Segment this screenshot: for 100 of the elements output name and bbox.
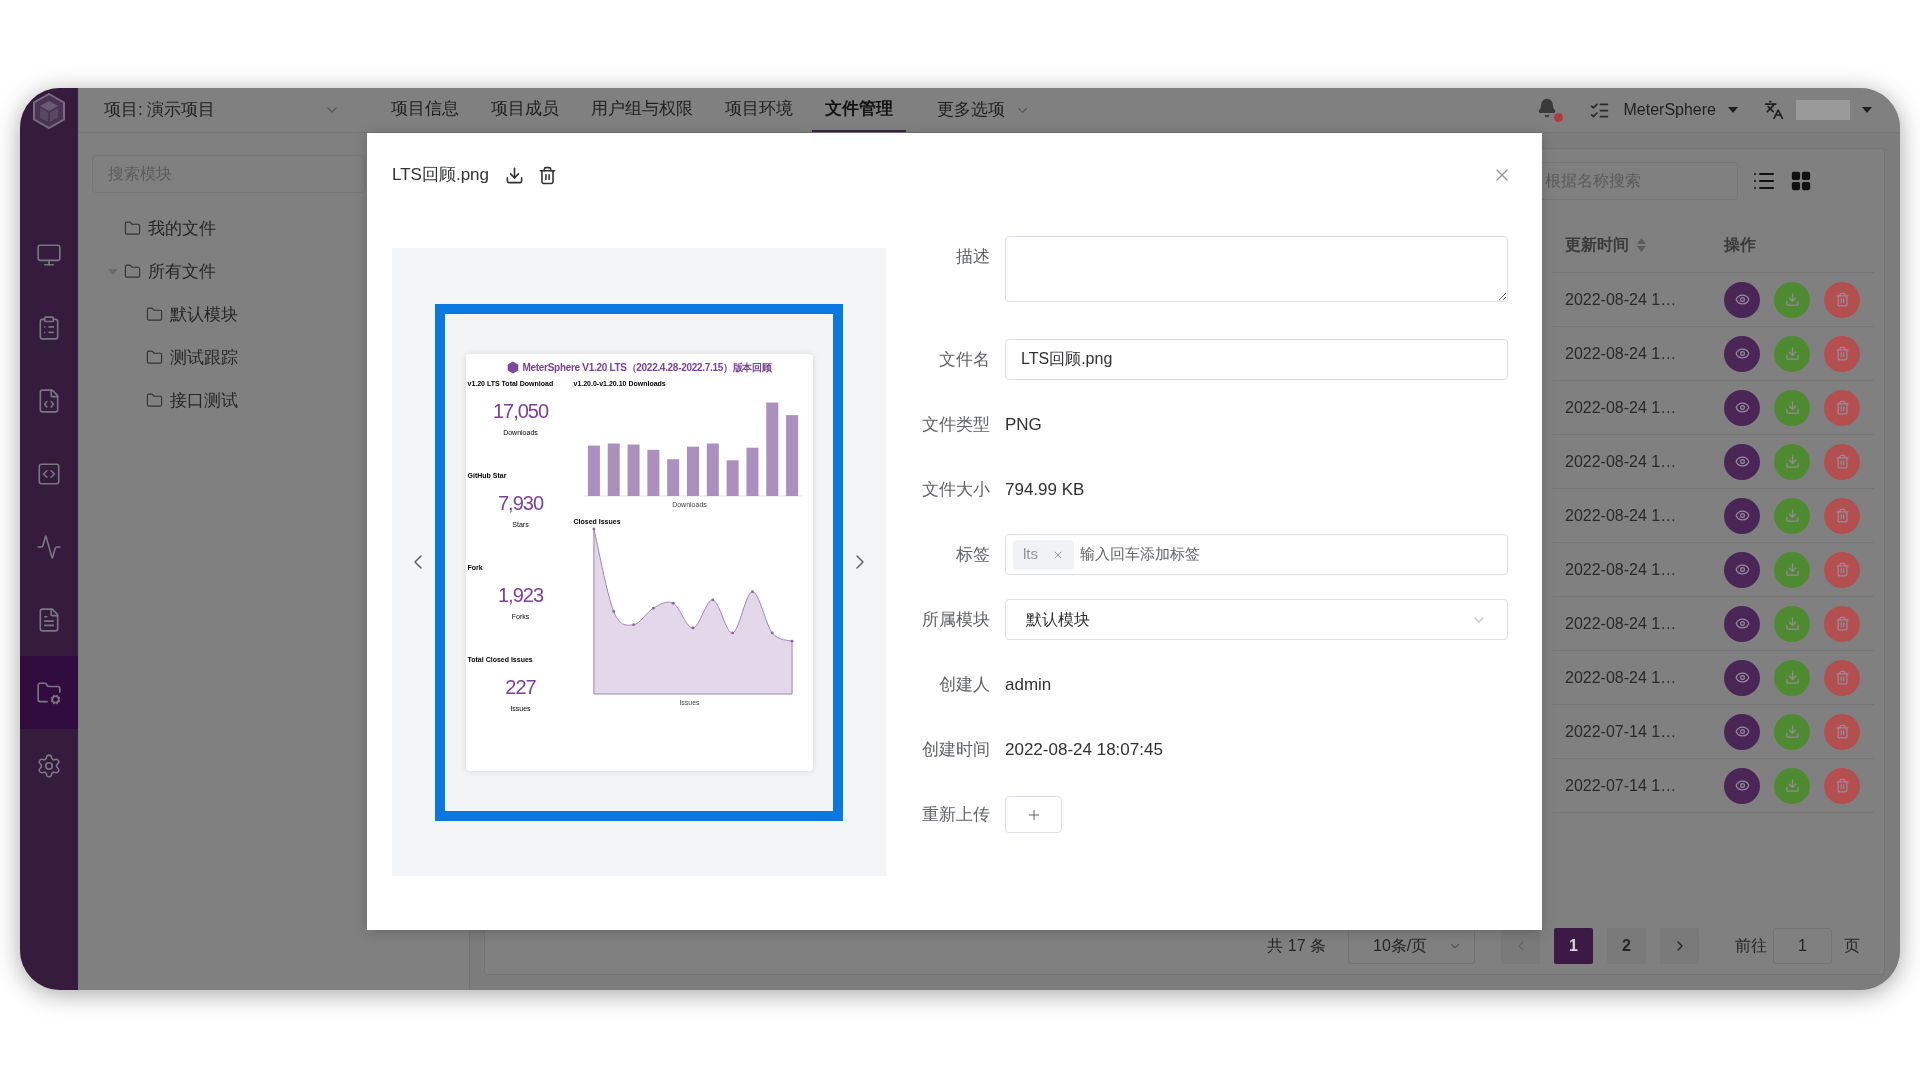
file-name-field[interactable]: LTS回顾.png xyxy=(1005,339,1508,380)
field-label: 创建时间 xyxy=(921,738,990,761)
chart-point xyxy=(611,609,615,613)
module-icon xyxy=(36,679,62,706)
folder-icon xyxy=(146,392,163,409)
trash-icon xyxy=(1834,778,1850,793)
module-icon xyxy=(36,460,62,487)
nav-tab[interactable]: 项目信息 xyxy=(378,88,472,132)
field-label: 标签 xyxy=(955,543,990,566)
notification-button[interactable] xyxy=(1536,98,1563,122)
logo-icon xyxy=(32,92,66,129)
download-icon xyxy=(1784,616,1800,631)
trash-icon xyxy=(1834,508,1850,523)
nav-tab[interactable]: 用户组与权限 xyxy=(578,88,706,132)
eye-icon xyxy=(1734,400,1750,415)
field-value: 794.99 KB xyxy=(1005,479,1085,499)
view-button[interactable] xyxy=(1724,335,1760,372)
chart-bar xyxy=(607,443,620,496)
folder-icon xyxy=(124,263,141,280)
bell-icon xyxy=(1536,98,1557,118)
goto-page-field[interactable]: 1 xyxy=(1773,928,1832,964)
trash-icon xyxy=(1834,400,1850,415)
trash-icon xyxy=(1834,292,1850,307)
chart-point xyxy=(671,601,675,605)
total-count: 共 17 条 xyxy=(1267,936,1326,956)
table-cell-text: 2022-07-14 1… xyxy=(1564,721,1678,742)
chart-bar xyxy=(646,449,659,496)
sidebar-item[interactable] xyxy=(20,656,78,729)
folder-icon xyxy=(124,220,141,237)
trash-icon xyxy=(1834,670,1850,685)
field-label: 所属模块 xyxy=(921,608,990,631)
view-button[interactable] xyxy=(1724,605,1760,642)
tag-input-field[interactable]: lts 输入回车添加标签 xyxy=(1005,534,1508,575)
download-icon xyxy=(1784,724,1800,739)
redacted-block xyxy=(1796,100,1850,120)
field-label: 创建人 xyxy=(938,673,990,696)
table-cell-text: 2022-08-24 1… xyxy=(1564,559,1678,580)
view-button[interactable] xyxy=(1724,659,1760,696)
field-value: PNG xyxy=(1005,414,1042,434)
trash-icon[interactable] xyxy=(538,165,557,185)
download-icon xyxy=(1784,670,1800,685)
project-select[interactable]: 项目: 演示项目 xyxy=(104,97,340,123)
view-button[interactable] xyxy=(1724,389,1760,426)
nav-tab[interactable]: 项目环境 xyxy=(712,88,806,132)
page-button[interactable]: 1 xyxy=(1554,928,1593,964)
tree-item[interactable]: 所有文件 xyxy=(124,258,216,285)
table-cell-text: 2022-08-24 1… xyxy=(1564,505,1678,526)
more-menu[interactable]: 更多选项 xyxy=(932,88,1035,132)
chart-bar xyxy=(627,444,640,496)
grid-view-icon[interactable] xyxy=(1790,170,1812,192)
eye-icon xyxy=(1734,616,1750,631)
stat-value: 17,050 xyxy=(491,399,550,422)
stat-value: 1,923 xyxy=(496,583,545,606)
caret-icon xyxy=(1862,107,1872,113)
description-field[interactable] xyxy=(1005,236,1508,302)
table-cell-text: 2022-08-24 1… xyxy=(1564,613,1678,634)
field-label: 文件大小 xyxy=(921,478,990,501)
nav-tab[interactable]: 项目成员 xyxy=(478,88,572,132)
chart-point xyxy=(592,527,595,530)
tree-item[interactable]: 测试跟踪 xyxy=(146,344,238,371)
trash-icon xyxy=(1834,616,1850,631)
page-suffix: 页 xyxy=(1844,936,1860,956)
trash-icon xyxy=(1834,346,1850,361)
download-icon xyxy=(1784,454,1800,469)
view-button[interactable] xyxy=(1724,713,1760,750)
eye-icon xyxy=(1734,292,1750,307)
tree-item[interactable]: 默认模块 xyxy=(146,301,238,328)
view-button[interactable] xyxy=(1724,767,1760,804)
page-button[interactable]: 2 xyxy=(1607,928,1646,964)
download-icon xyxy=(1784,292,1800,307)
chart-bar xyxy=(666,458,679,496)
eye-icon xyxy=(1734,346,1750,361)
table-cell-text: 2022-08-24 1… xyxy=(1564,667,1678,688)
eye-icon xyxy=(1734,778,1750,793)
prev-page-button[interactable] xyxy=(1501,928,1540,964)
workspace-select[interactable]: MeterSphere xyxy=(1623,98,1738,122)
trash-icon xyxy=(1834,724,1850,739)
chart-bar xyxy=(587,445,600,496)
download-icon xyxy=(1784,778,1800,793)
stat-value: 227 xyxy=(504,675,537,698)
chart-bar xyxy=(686,446,699,496)
module-icon xyxy=(36,241,62,268)
download-icon xyxy=(1784,508,1800,523)
column-header[interactable]: 更新时间 xyxy=(1565,232,1629,257)
tree-item[interactable]: 接口测试 xyxy=(146,387,238,414)
view-button[interactable] xyxy=(1724,443,1760,480)
view-button[interactable] xyxy=(1724,551,1760,588)
chart-point xyxy=(730,631,734,634)
download-icon xyxy=(1784,346,1800,361)
tree-item[interactable]: 我的文件 xyxy=(124,215,216,242)
download-icon[interactable] xyxy=(505,165,524,185)
view-button[interactable] xyxy=(1724,281,1760,318)
chart-point xyxy=(651,606,655,610)
language-icon[interactable] xyxy=(1764,100,1784,120)
module-select[interactable]: 默认模块 xyxy=(1005,599,1508,640)
view-button[interactable] xyxy=(1724,497,1760,534)
table-cell-text: 2022-08-24 1… xyxy=(1564,397,1678,418)
table-cell-text: 2022-08-24 1… xyxy=(1564,289,1678,310)
sort-icon[interactable] xyxy=(1637,237,1646,252)
trash-icon xyxy=(1834,562,1850,577)
